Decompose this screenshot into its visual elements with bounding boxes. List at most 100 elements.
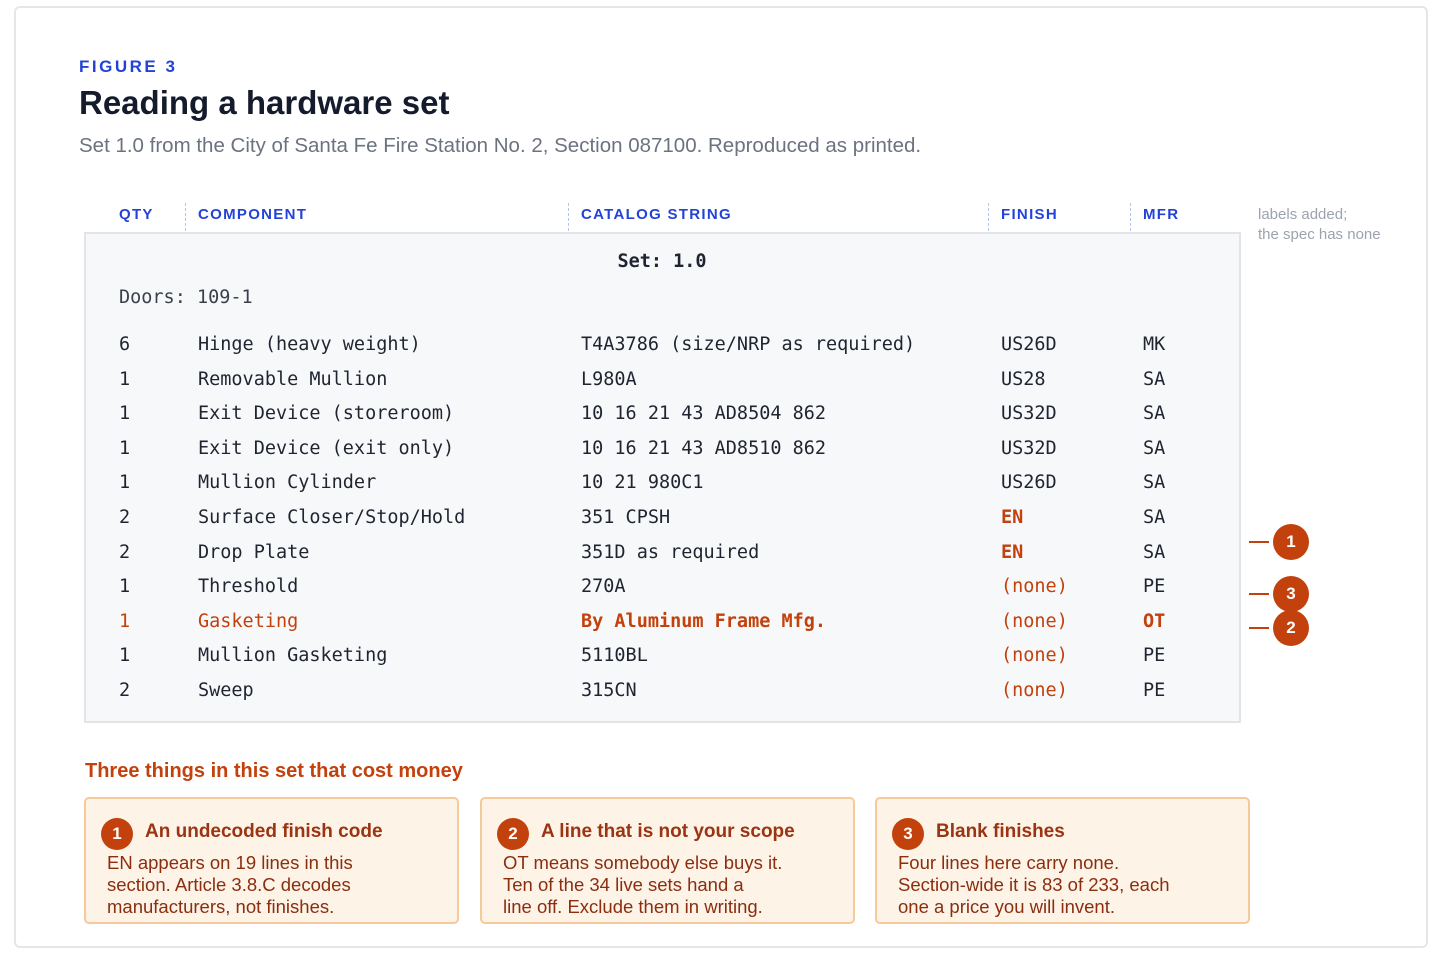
- cell-mfr: SA: [1143, 507, 1166, 528]
- cell-finish: US32D: [1001, 438, 1057, 459]
- cell-finish: (none): [1001, 576, 1068, 597]
- cell-catalog: 10 21 980C1: [581, 472, 704, 493]
- callout-line: manufacturers, not finishes.: [107, 896, 335, 917]
- column-divider: [568, 203, 569, 231]
- cell-mfr: SA: [1143, 542, 1166, 563]
- cell-catalog: 5110BL: [581, 645, 648, 666]
- column-header-finish: FINISH: [1001, 206, 1058, 223]
- column-header-catalog: CATALOG STRING: [581, 206, 732, 223]
- cell-qty: 2: [119, 507, 131, 528]
- column-header-qty: QTY: [119, 206, 154, 223]
- cell-component: Removable Mullion: [198, 369, 388, 390]
- callout-body: Four lines here carry none. Section-wide…: [898, 852, 1238, 918]
- marker-tick: [1249, 593, 1269, 595]
- cell-finish: US32D: [1001, 403, 1057, 424]
- callout-number: 2: [497, 818, 529, 850]
- cell-qty: 1: [119, 611, 131, 632]
- cell-mfr: SA: [1143, 472, 1166, 493]
- set-title: Set: 1.0: [617, 251, 707, 272]
- cell-qty: 1: [119, 472, 131, 493]
- marker-badge: 1: [1273, 524, 1309, 560]
- callout-line: Section-wide it is 83 of 233, each: [898, 874, 1170, 895]
- cell-component: Mullion Gasketing: [198, 645, 388, 666]
- cell-component: Mullion Cylinder: [198, 472, 377, 493]
- callout-marker-3: 3: [1249, 576, 1309, 612]
- cell-finish: (none): [1001, 611, 1068, 632]
- cell-catalog: By Aluminum Frame Mfg.: [581, 611, 827, 632]
- callout-title: An undecoded finish code: [145, 821, 383, 842]
- cell-qty: 1: [119, 645, 131, 666]
- callout-line: section. Article 3.8.C decodes: [107, 874, 351, 895]
- cell-catalog: 351D as required: [581, 542, 760, 563]
- cell-finish: EN: [1001, 542, 1024, 563]
- cell-qty: 1: [119, 576, 131, 597]
- column-divider: [185, 203, 186, 231]
- cell-finish: US26D: [1001, 472, 1057, 493]
- column-header-component: COMPONENT: [198, 206, 308, 223]
- cell-catalog: 351 CPSH: [581, 507, 671, 528]
- labels-note: labels added; the spec has none: [1258, 205, 1381, 245]
- cell-finish: (none): [1001, 680, 1068, 701]
- callout-marker-1: 1: [1249, 524, 1309, 560]
- cell-qty: 6: [119, 334, 131, 355]
- marker-tick: [1249, 627, 1269, 629]
- marker-tick: [1249, 541, 1269, 543]
- callout-number: 3: [892, 818, 924, 850]
- cell-mfr: MK: [1143, 334, 1166, 355]
- cell-finish: EN: [1001, 507, 1024, 528]
- cell-finish: US26D: [1001, 334, 1057, 355]
- cell-mfr: PE: [1143, 680, 1166, 701]
- marker-badge: 3: [1273, 576, 1309, 612]
- column-divider: [988, 203, 989, 231]
- callout-title: A line that is not your scope: [541, 821, 795, 842]
- marker-badge: 2: [1273, 610, 1309, 646]
- cell-component: Sweep: [198, 680, 254, 701]
- cell-component: Hinge (heavy weight): [198, 334, 421, 355]
- cell-catalog: L980A: [581, 369, 637, 390]
- cell-finish: US28: [1001, 369, 1046, 390]
- cell-qty: 1: [119, 438, 131, 459]
- cell-catalog: 270A: [581, 576, 626, 597]
- cell-component: Exit Device (exit only): [198, 438, 455, 459]
- page-subtitle: Set 1.0 from the City of Santa Fe Fire S…: [79, 134, 922, 157]
- callout-card-3: 3 Blank finishes Four lines here carry n…: [875, 797, 1250, 924]
- callout-line: EN appears on 19 lines in this: [107, 852, 353, 873]
- cell-qty: 1: [119, 403, 131, 424]
- cell-component: Drop Plate: [198, 542, 310, 563]
- cell-catalog: 315CN: [581, 680, 637, 701]
- callout-line: one a price you will invent.: [898, 896, 1115, 917]
- cell-mfr: PE: [1143, 645, 1166, 666]
- cell-catalog: 10 16 21 43 AD8504 862: [581, 403, 827, 424]
- callout-card-1: 1 An undecoded finish code EN appears on…: [84, 797, 459, 924]
- callout-title: Blank finishes: [936, 821, 1065, 842]
- column-divider: [1130, 203, 1131, 231]
- cell-component: Exit Device (storeroom): [198, 403, 455, 424]
- cell-qty: 2: [119, 680, 131, 701]
- callout-line: line off. Exclude them in writing.: [503, 896, 763, 917]
- labels-note-line: the spec has none: [1258, 226, 1381, 243]
- cell-mfr: SA: [1143, 403, 1166, 424]
- cell-mfr: SA: [1143, 438, 1166, 459]
- callout-card-2: 2 A line that is not your scope OT means…: [480, 797, 855, 924]
- column-header-mfr: MFR: [1143, 206, 1180, 223]
- callout-line: Four lines here carry none.: [898, 852, 1120, 873]
- callout-body: OT means somebody else buys it. Ten of t…: [503, 852, 843, 918]
- cell-catalog: 10 16 21 43 AD8510 862: [581, 438, 827, 459]
- callout-body: EN appears on 19 lines in this section. …: [107, 852, 447, 918]
- labels-note-line: labels added;: [1258, 206, 1348, 223]
- doors-line: Doors: 109-1: [119, 287, 253, 308]
- cell-qty: 1: [119, 369, 131, 390]
- cell-catalog: T4A3786 (size/NRP as required): [581, 334, 916, 355]
- cell-qty: 2: [119, 542, 131, 563]
- page-title: Reading a hardware set: [79, 84, 450, 121]
- callout-marker-2: 2: [1249, 610, 1309, 646]
- callouts-heading: Three things in this set that cost money: [85, 760, 463, 782]
- cell-component: Gasketing: [198, 611, 299, 632]
- cell-mfr: SA: [1143, 369, 1166, 390]
- callout-line: Ten of the 34 live sets hand a: [503, 874, 744, 895]
- figure-label: FIGURE 3: [79, 57, 178, 76]
- callout-number: 1: [101, 818, 133, 850]
- callout-line: OT means somebody else buys it.: [503, 852, 783, 873]
- cell-component: Surface Closer/Stop/Hold: [198, 507, 466, 528]
- cell-mfr: OT: [1143, 611, 1166, 632]
